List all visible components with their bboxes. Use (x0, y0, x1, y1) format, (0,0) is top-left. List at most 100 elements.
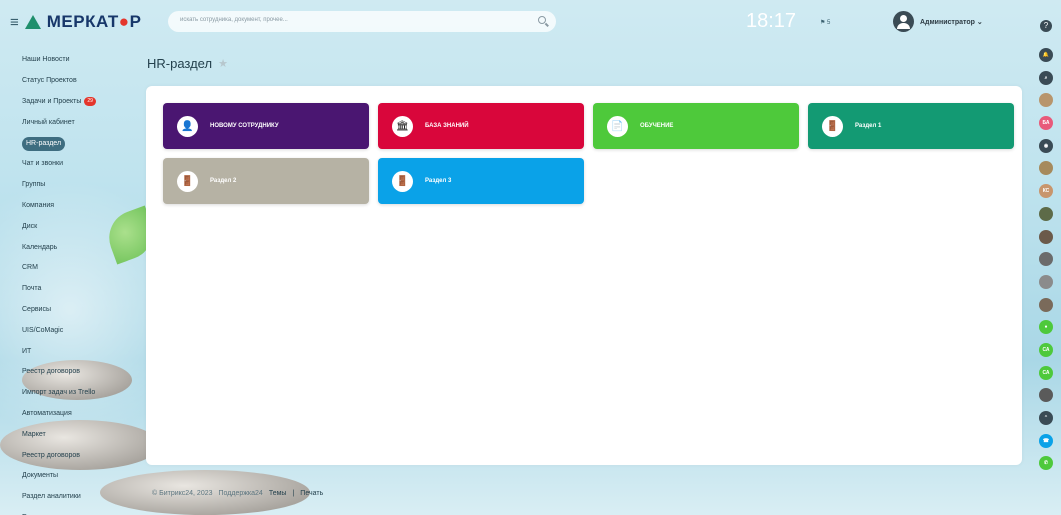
support-link[interactable]: Поддержка24 (219, 490, 263, 497)
sidebar-item-label: Задачи и Проекты (22, 97, 82, 105)
search-input[interactable]: искать сотрудника, документ, прочее... (168, 11, 556, 32)
hr-tile[interactable]: 📄 ОБУЧЕНИЕ (593, 103, 799, 149)
avatar-initials-icon[interactable]: КС (1039, 184, 1053, 199)
sidebar-item[interactable]: Импорт задач из Trello (22, 383, 142, 404)
top-header: ≡ МЕРКАТ●Р искать сотрудника, документ, … (0, 0, 1061, 46)
avatar-icon[interactable] (1039, 252, 1053, 267)
sidebar-item[interactable]: Статус Проектов (22, 71, 142, 92)
sidebar-item-label: Личный кабинет (22, 118, 75, 126)
avatar-icon[interactable] (1039, 297, 1053, 312)
door-icon: 🚪 (822, 115, 843, 137)
avatar-icon[interactable] (1039, 93, 1053, 108)
hr-tile[interactable]: 🚪 Раздел 3 (378, 158, 584, 204)
clock[interactable]: 18:17 (746, 10, 796, 33)
sidebar-item-label: UIS/CoMagic (22, 326, 64, 334)
sidebar-item-label: HR-раздел (22, 136, 66, 151)
sidebar-item[interactable]: HR-раздел (22, 133, 142, 154)
sidebar-item-label: Диск (22, 222, 38, 230)
bank-icon: 🏛 (392, 115, 413, 137)
phone-icon[interactable]: ✆ (1039, 456, 1053, 471)
avatar-initials-icon[interactable]: СА (1039, 342, 1053, 357)
sidebar-item-label: Раздел аналитики (22, 493, 81, 501)
tile-label: ОБУЧЕНИЕ (640, 123, 674, 129)
sidebar-item[interactable]: Чат и звонки (22, 154, 142, 175)
hr-tile[interactable]: 🚪 Раздел 1 (808, 103, 1014, 149)
document-icon: 📄 (607, 115, 628, 137)
themes-link[interactable]: Темы (269, 490, 287, 497)
flag-counter[interactable]: ⚑ 5 (820, 19, 830, 26)
help-icon[interactable]: ? (1040, 20, 1052, 32)
star-icon[interactable]: ★ (218, 57, 228, 70)
footer: © Битрикс24, 2023 Поддержка24 Темы | Печ… (152, 490, 323, 497)
sidebar-item-label: Компания (22, 201, 55, 209)
logo-text: МЕРКАТ●Р (46, 12, 142, 31)
right-sidebar: 🔔 ⌕ БА ◉ КС ● СА СА ⌃ ☎ ✆ (1031, 48, 1061, 479)
sidebar-item[interactable]: Раздел аналитики (22, 487, 142, 508)
avatar-icon[interactable] (1039, 274, 1053, 289)
menu-toggle-icon[interactable]: ≡ (10, 14, 19, 31)
hr-tile[interactable]: 🚪 Раздел 2 (163, 158, 369, 204)
sidebar-item[interactable]: Сервисы (22, 300, 142, 321)
counter-badge: 29 (84, 97, 96, 107)
sidebar-item-label: Реестр договоров (22, 451, 80, 459)
sidebar-item[interactable]: UIS/CoMagic (22, 320, 142, 341)
sidebar-item[interactable]: CRM (22, 258, 142, 279)
user-avatar-icon (893, 11, 914, 32)
sidebar-item[interactable]: Маркет (22, 424, 142, 445)
page-title: HR-раздел ★ (147, 56, 228, 71)
left-menu: Наши Новости Статус Проектов Задачи и Прое… (22, 50, 142, 515)
tile-label: Раздел 1 (855, 123, 882, 129)
sidebar-item[interactable]: Наши Новости (22, 50, 142, 71)
sidebar-item-label: Календарь (22, 243, 58, 251)
logo[interactable]: ≡ МЕРКАТ●Р (10, 12, 141, 32)
sidebar-item[interactable]: Почта (22, 279, 142, 300)
avatar-icon[interactable] (1039, 388, 1053, 403)
user-name: Администратор ⌄ (920, 18, 983, 26)
logo-icon (24, 15, 41, 29)
search-placeholder: искать сотрудника, документ, прочее... (180, 17, 288, 23)
page-title-text: HR-раздел (147, 56, 213, 71)
chevron-up-icon[interactable]: ⌃ (1039, 411, 1053, 425)
notification-icon[interactable]: 🔔 (1039, 48, 1053, 62)
avatar-icon[interactable] (1039, 206, 1053, 221)
sidebar-item[interactable]: Группы (22, 175, 142, 196)
sidebar-item-label: ИТ (22, 347, 32, 355)
hr-tile[interactable]: 🏛 БАЗА ЗНАНИЙ (378, 103, 584, 149)
sidebar-item[interactable]: Компания (22, 196, 142, 217)
avatar-initials-icon[interactable]: БА (1039, 116, 1053, 131)
call-icon[interactable]: ☎ (1039, 433, 1053, 448)
sidebar-item-label: Импорт задач из Trello (22, 389, 96, 397)
sidebar-item[interactable]: Календарь (22, 237, 142, 258)
door-icon: 🚪 (392, 170, 413, 192)
chat-icon[interactable]: ◉ (1039, 138, 1053, 153)
sidebar-item[interactable]: Еще ⌄ (22, 508, 142, 515)
sidebar-item[interactable]: ИТ (22, 341, 142, 362)
sidebar-item[interactable]: Личный кабинет (22, 112, 142, 133)
sidebar-item-label: Автоматизация (22, 409, 72, 417)
sidebar-item[interactable]: Документы (22, 466, 142, 487)
avatar-icon[interactable] (1039, 161, 1053, 176)
sidebar-item[interactable]: Диск (22, 216, 142, 237)
sidebar-item-label: Наши Новости (22, 56, 70, 64)
search-icon[interactable] (538, 16, 546, 24)
chat-icon[interactable]: ● (1039, 320, 1053, 335)
sidebar-item[interactable]: Автоматизация (22, 404, 142, 425)
print-link[interactable]: Печать (300, 490, 323, 497)
sidebar-item-label: Реестр договоров (22, 368, 80, 376)
door-icon: 🚪 (177, 170, 198, 192)
sidebar-item[interactable]: Реестр договоров (22, 445, 142, 466)
footer-separator: | (292, 490, 295, 497)
user-menu[interactable]: Администратор ⌄ (893, 11, 983, 32)
avatar-icon[interactable] (1039, 229, 1053, 244)
hr-tile[interactable]: 👤 НОВОМУ СОТРУДНИКУ (163, 103, 369, 149)
sidebar-item-label: Группы (22, 181, 46, 189)
sidebar-item-label: Статус Проектов (22, 77, 77, 85)
content-panel: 👤 НОВОМУ СОТРУДНИКУ 🏛 БАЗА ЗНАНИЙ 📄 ОБУЧЕНИЕ 🚪… (146, 86, 1022, 465)
sidebar-item[interactable]: Реестр договоров (22, 362, 142, 383)
sidebar-item-label: Чат и звонки (22, 160, 63, 168)
sidebar-item[interactable]: Задачи и Проекты 29 (22, 92, 142, 113)
avatar-initials-icon[interactable]: СА (1039, 365, 1053, 380)
search-icon[interactable]: ⌕ (1039, 70, 1053, 85)
person-icon: 👤 (177, 115, 198, 137)
sidebar-item-label: Еще ⌄ (22, 508, 44, 515)
